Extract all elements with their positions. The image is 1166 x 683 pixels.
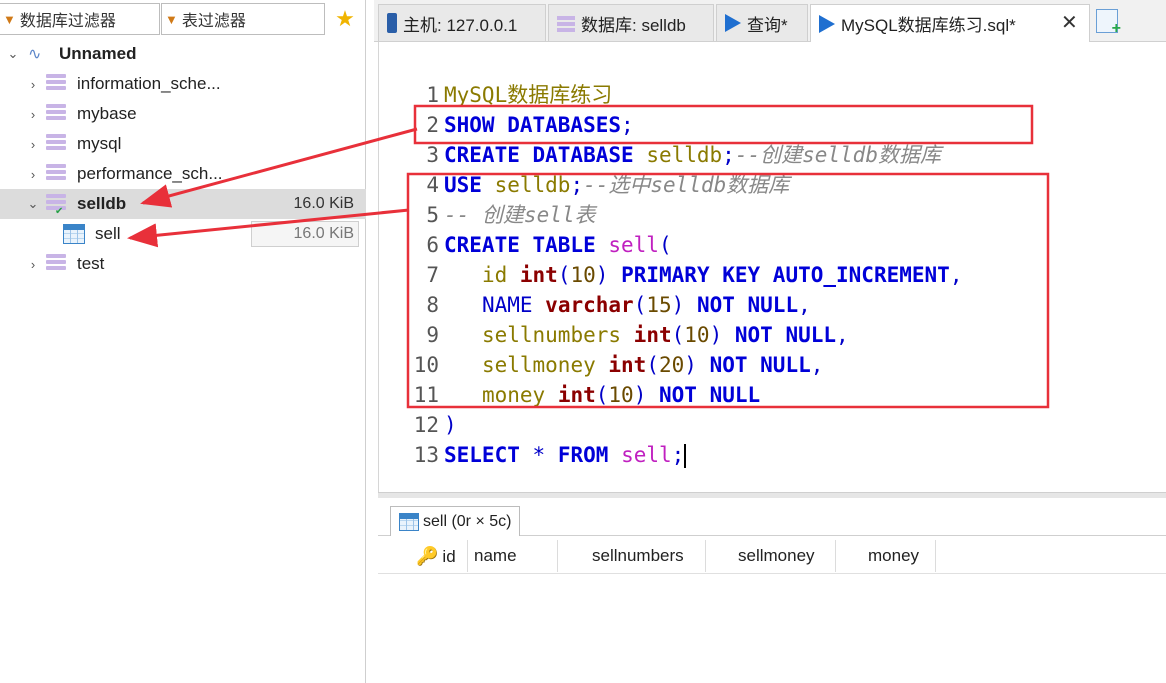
database-icon (46, 134, 66, 154)
filter-icon: ▼ (3, 11, 16, 27)
tree-item-label: mybase (77, 104, 137, 123)
close-icon[interactable]: ✕ (1061, 10, 1078, 35)
table-icon (63, 224, 85, 244)
database-icon (46, 104, 66, 124)
tree-item-database[interactable]: › performance_sch... (0, 159, 366, 189)
tree-item-database[interactable]: › test (0, 249, 366, 279)
tree-item-label: sell (95, 224, 121, 243)
chevron-right-icon[interactable]: › (26, 257, 40, 272)
filter-icon: ▼ (165, 11, 178, 27)
tab-query[interactable]: 查询* (716, 4, 808, 41)
tree-item-label: test (77, 254, 105, 273)
tab-sql-file[interactable]: MySQL数据库练习.sql* (810, 4, 1090, 42)
tab-host-label: 主机: 127.0.0.1 (403, 15, 518, 35)
table-icon (399, 512, 419, 531)
server-icon (387, 13, 397, 33)
chevron-right-icon[interactable]: › (26, 107, 40, 122)
tab-database[interactable]: 数据库: selldb (548, 4, 714, 41)
database-filter-input[interactable]: ▼ 数据库过滤器 (0, 3, 160, 35)
code-line: 2 SHOW DATABASES; (379, 80, 1166, 137)
code-line: 1 MySQL数据库练习 (379, 50, 1166, 107)
tree-root-unnamed[interactable]: ⌄ ∿ Unnamed (0, 39, 366, 69)
active-check-icon: ✔ (55, 206, 64, 217)
tree-item-label: performance_sch... (77, 164, 223, 183)
tab-database-label: 数据库: selldb (581, 15, 686, 35)
column-header-name[interactable]: name (468, 540, 558, 572)
result-tab-sell[interactable]: sell (0r × 5c) (390, 506, 521, 536)
database-icon (46, 254, 66, 274)
chevron-down-icon[interactable]: ⌄ (26, 196, 40, 212)
database-icon (46, 74, 66, 94)
database-filter-label: 数据库过滤器 (19, 13, 116, 30)
column-header-sellmoney[interactable]: sellmoney (706, 540, 836, 572)
tab-query-label: 查询* (747, 15, 788, 35)
result-tab-label: sell (0r × 5c) (423, 512, 512, 530)
sql-editor[interactable]: 1 MySQL数据库练习 2 SHOW DATABASES; 3 CREATE DAT… (378, 42, 1166, 492)
code-line: 5 -- 创建sell表 (379, 170, 1166, 227)
chevron-down-icon[interactable]: ⌄ (6, 46, 20, 62)
code-line: 6 CREATE TABLE sell( (379, 200, 1166, 257)
code-line: 7 id int(10) PRIMARY KEY AUTO_INCREMENT, (379, 230, 1166, 287)
chevron-right-icon[interactable]: › (26, 137, 40, 152)
tree-root-label: Unnamed (59, 44, 137, 63)
new-query-icon[interactable] (1096, 9, 1121, 38)
tab-sql-file-label: MySQL数据库练习.sql* (841, 16, 1016, 35)
code-line: 3 CREATE DATABASE selldb;--创建selldb数据库 (379, 110, 1166, 167)
tree-item-database[interactable]: › information_sche... (0, 69, 366, 99)
database-icon (557, 14, 575, 32)
table-filter-input[interactable]: ▼ 表过滤器 (161, 3, 325, 35)
text-caret (684, 444, 687, 468)
chevron-right-icon[interactable]: › (26, 77, 40, 92)
query-play-icon (725, 14, 741, 32)
tree-item-label: mysql (77, 134, 122, 153)
code-line: 12) (379, 380, 1166, 437)
column-header-label: sellmoney (738, 546, 815, 565)
column-header-label: money (868, 546, 920, 565)
code-line: 8 NAME varchar(15) NOT NULL, (379, 260, 1166, 317)
column-header-label: name (474, 546, 517, 565)
column-header-sellnumbers[interactable]: sellnumbers (558, 540, 706, 572)
tab-bar: 主机: 127.0.0.1 数据库: selldb 查询* MySQL数据库练习… (374, 0, 1166, 42)
tree-item-label: information_sche... (77, 74, 221, 93)
tree-item-selldb[interactable]: ⌄ ✔ selldb 16.0 KiB (0, 189, 366, 219)
result-grid-header: 🔑 id name sellnumbers sellmoney money (378, 536, 1166, 574)
primary-key-icon: 🔑 (416, 546, 439, 566)
code-line: 4 USE selldb;--选中selldb数据库 (379, 140, 1166, 197)
column-header-label: sellnumbers (592, 546, 684, 565)
query-play-icon (819, 14, 835, 33)
favorites-star-icon[interactable]: ★ (328, 3, 362, 35)
dolphin-icon: ∿ (28, 46, 42, 63)
tab-host[interactable]: 主机: 127.0.0.1 (378, 4, 546, 41)
tree-item-database[interactable]: › mysql (0, 129, 366, 159)
code-line: 13 SELECT * FROM sell; (379, 410, 1166, 468)
tree-item-table-sell[interactable]: sell 16.0 KiB (0, 219, 366, 249)
database-tree-panel: ▼ 数据库过滤器 ▼ 表过滤器 ★ ⌄ ∿ Unnamed › informat… (0, 0, 366, 683)
chevron-right-icon[interactable]: › (26, 167, 40, 182)
column-header-money[interactable]: money (836, 540, 936, 572)
column-header-label: id (442, 547, 456, 566)
tree-item-database[interactable]: › mybase (0, 99, 366, 129)
code-line: 11 money int(10) NOT NULL (379, 350, 1166, 407)
database-icon (46, 164, 66, 184)
code-line: 9 sellnumbers int(10) NOT NULL, (379, 290, 1166, 347)
column-header-id[interactable]: 🔑 id (412, 540, 468, 572)
table-size: 16.0 KiB (251, 221, 359, 247)
tree-item-label: selldb (77, 194, 127, 213)
code-line: 10 sellmoney int(20) NOT NULL, (379, 320, 1166, 377)
line-number: 13 (413, 443, 439, 467)
result-tab-bar: sell (0r × 5c) (378, 498, 1166, 536)
database-size: 16.0 KiB (293, 195, 354, 212)
filter-bar: ▼ 数据库过滤器 ▼ 表过滤器 ★ (0, 0, 366, 38)
table-filter-label: 表过滤器 (181, 13, 246, 30)
